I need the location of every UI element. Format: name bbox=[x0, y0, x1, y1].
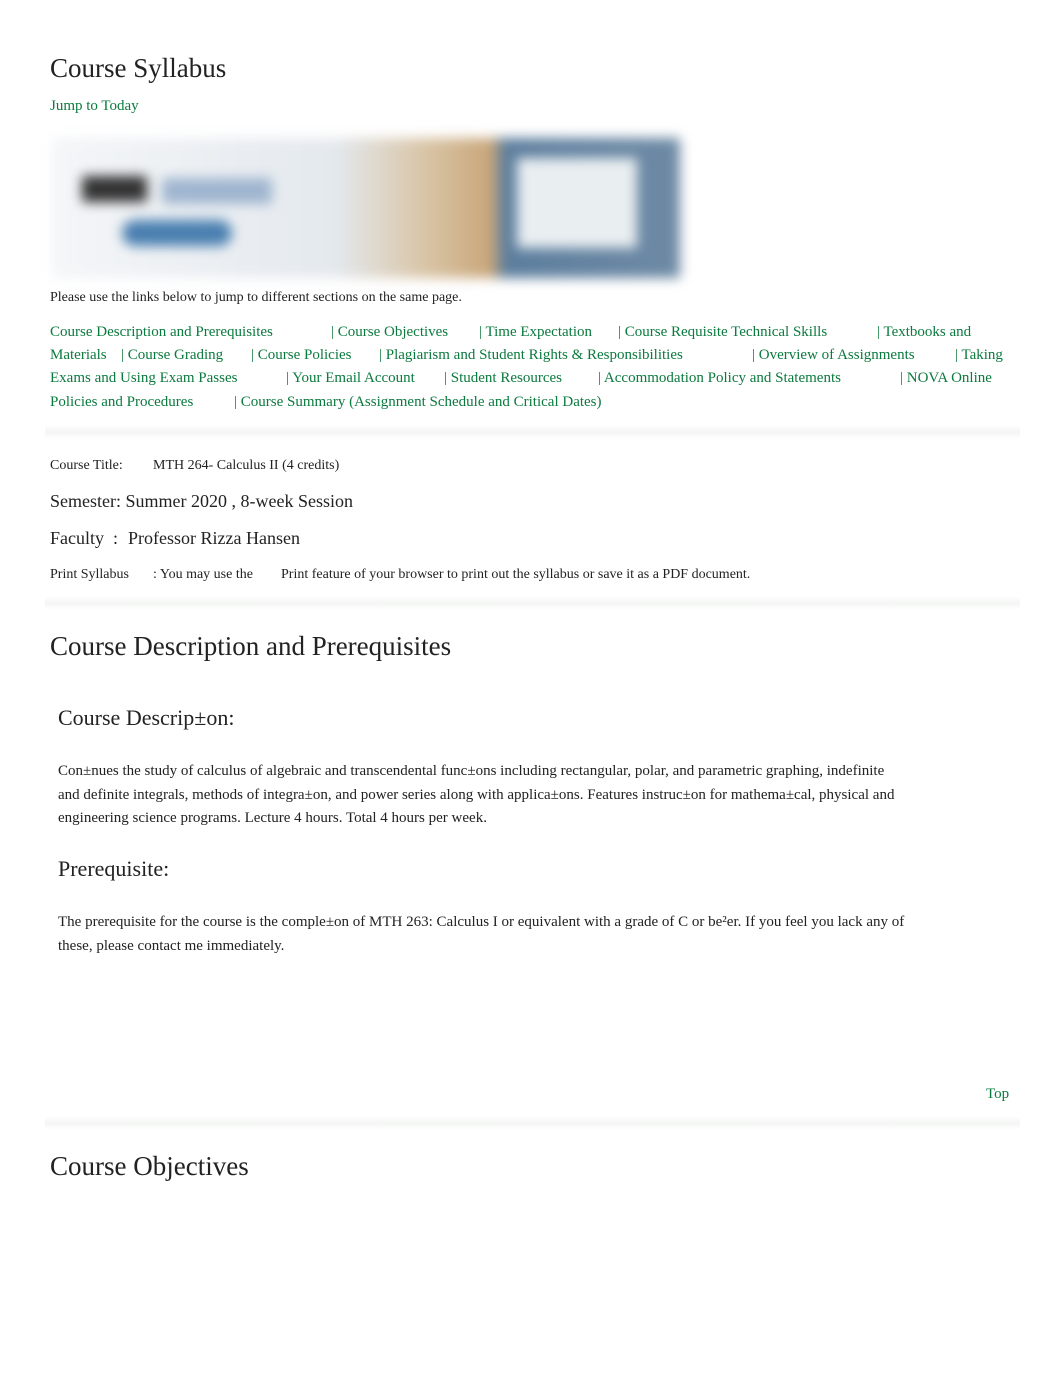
prerequisite-heading: Prerequisite: bbox=[58, 856, 170, 881]
jump-to-today-link[interactable]: Jump to Today bbox=[50, 98, 139, 115]
nav-link[interactable]: | Course Objectives bbox=[331, 324, 448, 341]
course-title-label: Course Title: bbox=[50, 458, 123, 473]
nova-online-banner bbox=[52, 138, 680, 278]
banner-button bbox=[122, 220, 232, 246]
nav-link[interactable]: | Student Resources bbox=[444, 370, 562, 387]
banner-screen-image bbox=[517, 158, 637, 248]
nav-link[interactable]: | Plagiarism and Student Rights & Respon… bbox=[379, 347, 683, 364]
divider bbox=[45, 1116, 1020, 1130]
nav-link[interactable]: | Overview of Assignments bbox=[752, 347, 915, 364]
section-heading-course-objectives: Course Objectives bbox=[50, 1151, 249, 1181]
course-description-line: Con±nues the study of calculus of algebr… bbox=[58, 763, 885, 779]
banner-logo-text bbox=[162, 178, 272, 204]
faculty-label: Faculty bbox=[50, 528, 104, 548]
banner-logo bbox=[82, 176, 147, 202]
print-syllabus-label: Print Syllabus bbox=[50, 567, 129, 582]
nav-link[interactable]: Exams and Using Exam Passes bbox=[50, 370, 237, 387]
nav-link[interactable]: | Your Email Account bbox=[286, 370, 415, 387]
course-description-heading: Course Descrip±on: bbox=[58, 705, 235, 730]
top-link[interactable]: Top bbox=[986, 1086, 1009, 1103]
syllabus-page: Course Syllabus Jump to Today Please use… bbox=[0, 0, 1062, 1377]
nav-link[interactable]: | Course Grading bbox=[121, 347, 223, 364]
print-text: Print feature of your browser to print o… bbox=[281, 567, 751, 582]
divider bbox=[45, 596, 1020, 610]
divider bbox=[45, 425, 1020, 439]
prerequisite-line: these, please contact me immediately. bbox=[58, 938, 285, 954]
nav-link[interactable]: Materials bbox=[50, 347, 107, 364]
nav-link[interactable]: | Taking bbox=[955, 347, 1003, 364]
faculty-separator: : bbox=[113, 528, 119, 548]
nav-link[interactable]: | Course Requisite Technical Skills bbox=[618, 324, 827, 341]
course-description-line: and definite integrals, methods of integ… bbox=[58, 787, 895, 803]
nav-link[interactable]: | Course Summary (Assignment Schedule an… bbox=[234, 394, 602, 411]
course-description-line: engineering science programs. Lecture 4 … bbox=[58, 810, 487, 826]
nav-link[interactable]: Policies and Procedures bbox=[50, 394, 193, 411]
nav-link[interactable]: | Course Policies bbox=[251, 347, 352, 364]
nav-link[interactable]: | NOVA Online bbox=[900, 370, 992, 387]
page-title: Course Syllabus bbox=[50, 53, 227, 83]
section-heading-course-description: Course Description and Prerequisites bbox=[50, 631, 452, 661]
course-title-value: MTH 264- Calculus II (4 credits) bbox=[153, 458, 340, 473]
nav-link[interactable]: | Accommodation Policy and Statements bbox=[598, 370, 841, 387]
print-text: : You may use the bbox=[153, 567, 253, 582]
nav-link[interactable]: Course Description and Prerequisites bbox=[50, 324, 273, 341]
prerequisite-line: The prerequisite for the course is the c… bbox=[58, 914, 905, 930]
faculty-value: Professor Rizza Hansen bbox=[128, 528, 300, 548]
nav-link[interactable]: | Time Expectation bbox=[479, 324, 592, 341]
intro-text: Please use the links below to jump to di… bbox=[50, 290, 462, 305]
nav-link[interactable]: | Textbooks and bbox=[877, 324, 971, 341]
semester: Semester: Summer 2020 , 8-week Session bbox=[50, 491, 353, 511]
